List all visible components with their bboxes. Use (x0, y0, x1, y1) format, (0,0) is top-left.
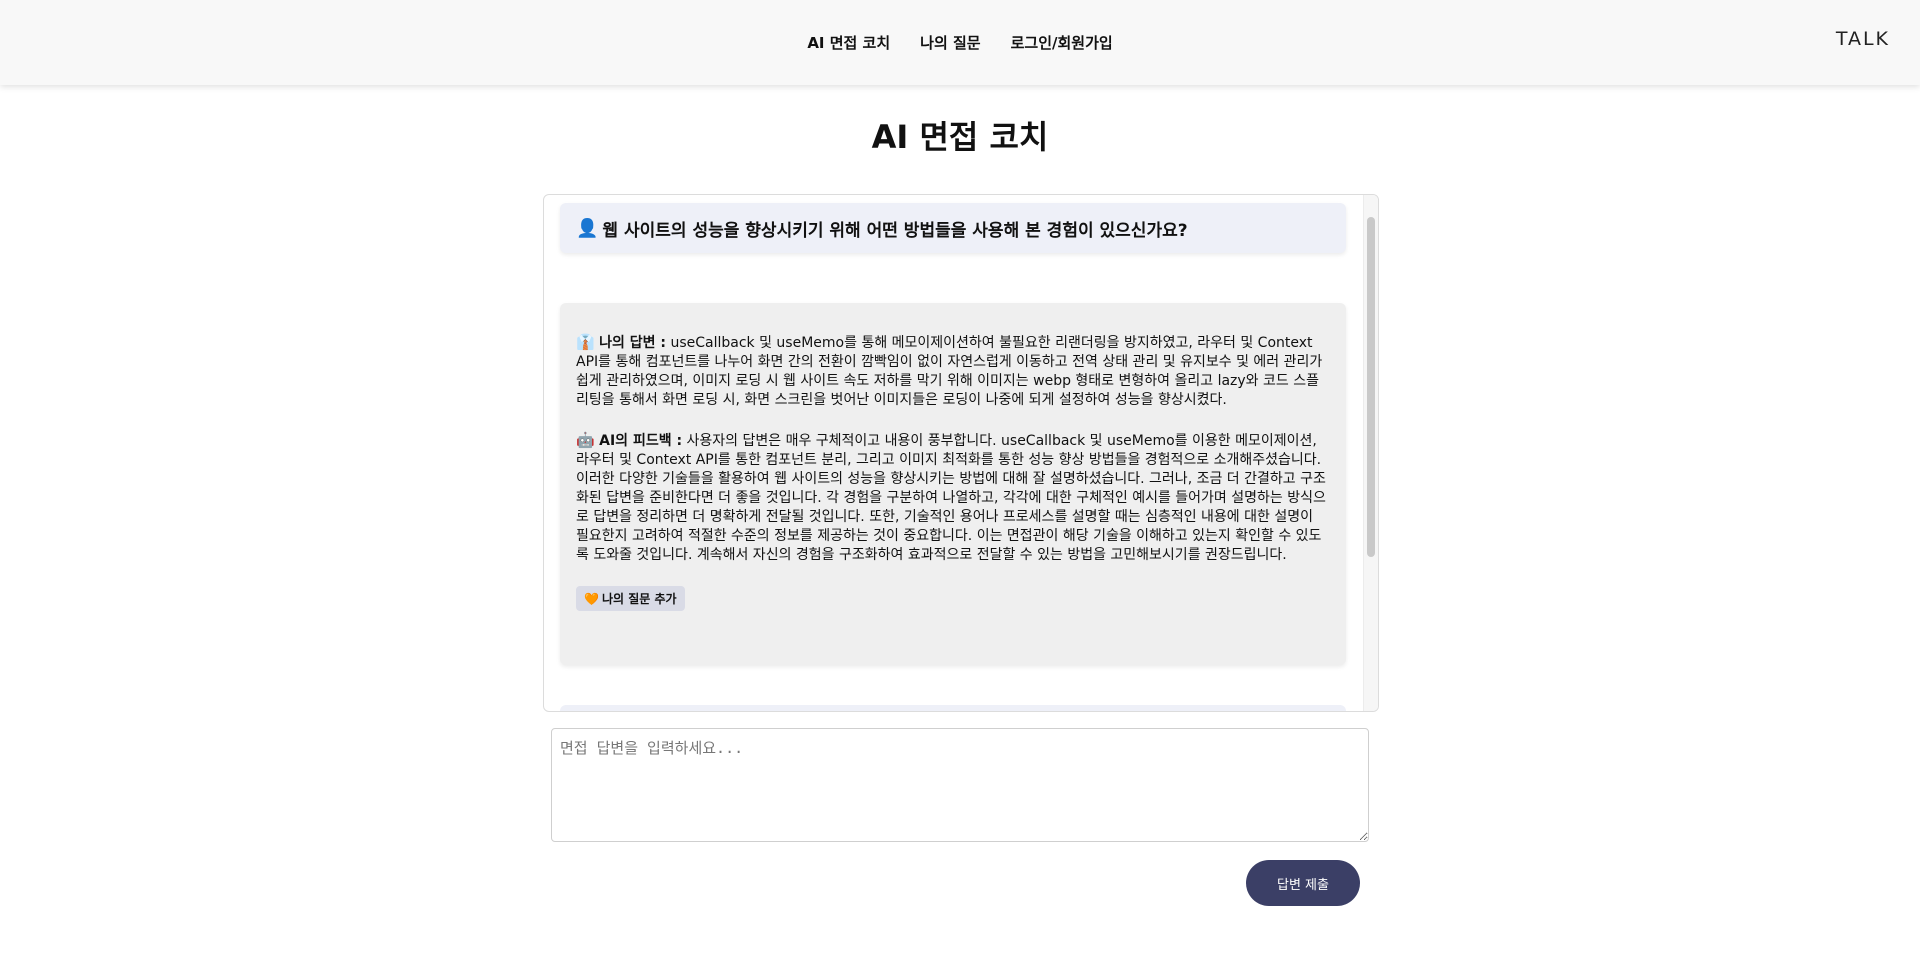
chat-scrollbar-thumb[interactable] (1367, 217, 1375, 557)
my-answer-label: 나의 답변 : (599, 335, 667, 351)
add-to-my-questions-button[interactable]: 🧡 나의 질문 추가 (576, 586, 685, 611)
page-title: AI 면접 코치 (871, 118, 1049, 156)
nav-link-my-questions[interactable]: 나의 질문 (920, 32, 980, 53)
add-button-label: 나의 질문 추가 (601, 592, 677, 606)
chat-scrollbar[interactable] (1363, 195, 1378, 711)
my-answer-text: useCallback 및 useMemo를 통해 메모이제이션하여 불필요한 … (576, 335, 1323, 408)
ai-feedback-label: AI의 피드백 : (599, 433, 683, 449)
talk-logo[interactable]: TALK (1836, 28, 1890, 50)
my-answer-block: 👔 나의 답변 : useCallback 및 useMemo를 통해 메모이제… (576, 333, 1328, 410)
chat-history-panel[interactable]: 👤 웹 사이트의 성능을 향상시키기 위해 어떤 방법들을 사용해 본 경험이 … (543, 194, 1379, 712)
man-in-suit-icon: 👔 (576, 333, 595, 351)
answer-textarea[interactable] (551, 728, 1369, 842)
nav-link-ai-coach[interactable]: AI 면접 코치 (807, 32, 890, 53)
question-card: 👤 웹 사이트의 성능을 향상시키기 위해 어떤 방법들을 사용해 본 경험이 … (560, 203, 1346, 253)
logo-text: TALK (1835, 28, 1890, 50)
orange-heart-icon: 🧡 (584, 591, 599, 606)
submit-answer-button[interactable]: 답변 제출 (1246, 860, 1360, 906)
top-navbar: AI 면접 코치 나의 질문 로그인/회원가입 TALK (0, 0, 1920, 85)
person-icon: 👤 (576, 217, 599, 239)
nav-link-login-signup[interactable]: 로그인/회원가입 (1011, 32, 1113, 53)
ai-feedback-block: 🤖 AI의 피드백 : 사용자의 답변은 매우 구체적이고 내용이 풍부합니다.… (576, 431, 1328, 565)
chat-scroll-content: 👤 웹 사이트의 성능을 향상시키기 위해 어떤 방법들을 사용해 본 경험이 … (544, 195, 1364, 711)
nav-links: AI 면접 코치 나의 질문 로그인/회원가입 (0, 0, 1920, 85)
next-question-card-partial (560, 705, 1346, 711)
robot-icon: 🤖 (576, 431, 595, 449)
ai-feedback-text: 사용자의 답변은 매우 구체적이고 내용이 풍부합니다. useCallback… (576, 433, 1326, 563)
answer-feedback-card: 👔 나의 답변 : useCallback 및 useMemo를 통해 메모이제… (560, 303, 1346, 665)
question-text: 웹 사이트의 성능을 향상시키기 위해 어떤 방법들을 사용해 본 경험이 있으… (602, 220, 1188, 241)
